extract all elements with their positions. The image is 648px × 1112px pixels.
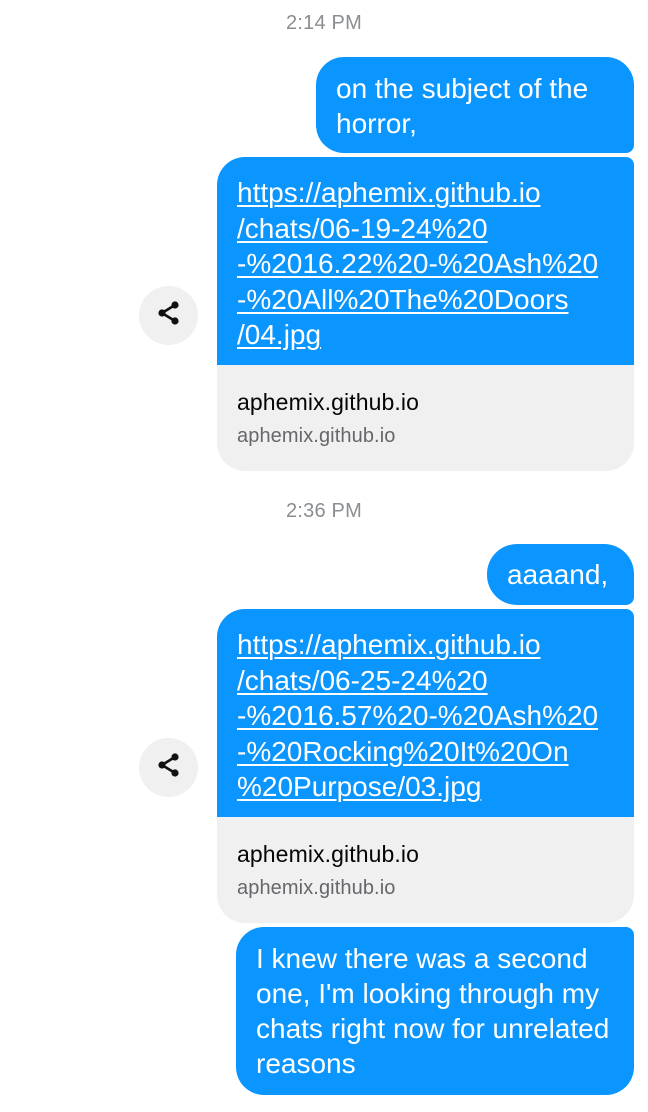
link-preview-title: aphemix.github.io [237,841,419,867]
link-url-line: https://aphemix.github.io [237,177,541,208]
link-url-area[interactable]: https://aphemix.github.io /chats/06-25-2… [217,609,634,817]
link-url-line: https://aphemix.github.io [237,629,541,660]
link-preview-domain: aphemix.github.io [237,425,396,447]
link-message[interactable]: https://aphemix.github.io /chats/06-25-2… [217,609,634,923]
timestamp: 2:14 PM [286,12,362,34]
link-preview-title: aphemix.github.io [237,389,419,415]
share-button[interactable] [139,738,198,797]
message-bubble[interactable]: aaaand, [487,544,634,605]
message-text: on the subject of the horror, [336,73,589,139]
link-url[interactable]: https://aphemix.github.io /chats/06-19-2… [237,175,620,353]
link-url-line: -%20Rocking%20It%20On [237,735,569,767]
link-url-line: /chats/06-25-24%20 [237,664,488,696]
link-preview[interactable]: aphemix.github.io aphemix.github.io [217,817,634,923]
link-preview-domain: aphemix.github.io [237,877,396,899]
link-message[interactable]: https://aphemix.github.io /chats/06-19-2… [217,157,634,471]
share-icon [156,752,182,783]
message-bubble[interactable]: on the subject of the horror, [316,57,634,153]
message-text: aaaand, [507,559,609,590]
link-url-line: /chats/06-19-24%20 [237,212,488,244]
message-bubble[interactable]: I knew there was a second one, I'm looki… [236,927,634,1095]
link-url-line: /04.jpg [237,319,322,350]
timestamp: 2:36 PM [286,500,362,522]
link-preview[interactable]: aphemix.github.io aphemix.github.io [217,365,634,471]
link-url[interactable]: https://aphemix.github.io /chats/06-25-2… [237,627,620,805]
link-url-line: -%2016.22%20-%20Ash%20 [237,248,599,279]
link-url-line: %20Purpose/03.jpg [237,771,482,802]
link-url-area[interactable]: https://aphemix.github.io /chats/06-19-2… [217,157,634,365]
link-url-line: -%2016.57%20-%20Ash%20 [237,700,599,731]
message-text: I knew there was a second one, I'm looki… [256,943,610,1079]
share-button[interactable] [139,286,198,345]
share-icon [156,300,182,331]
link-url-line: -%20All%20The%20Doors [237,283,569,315]
